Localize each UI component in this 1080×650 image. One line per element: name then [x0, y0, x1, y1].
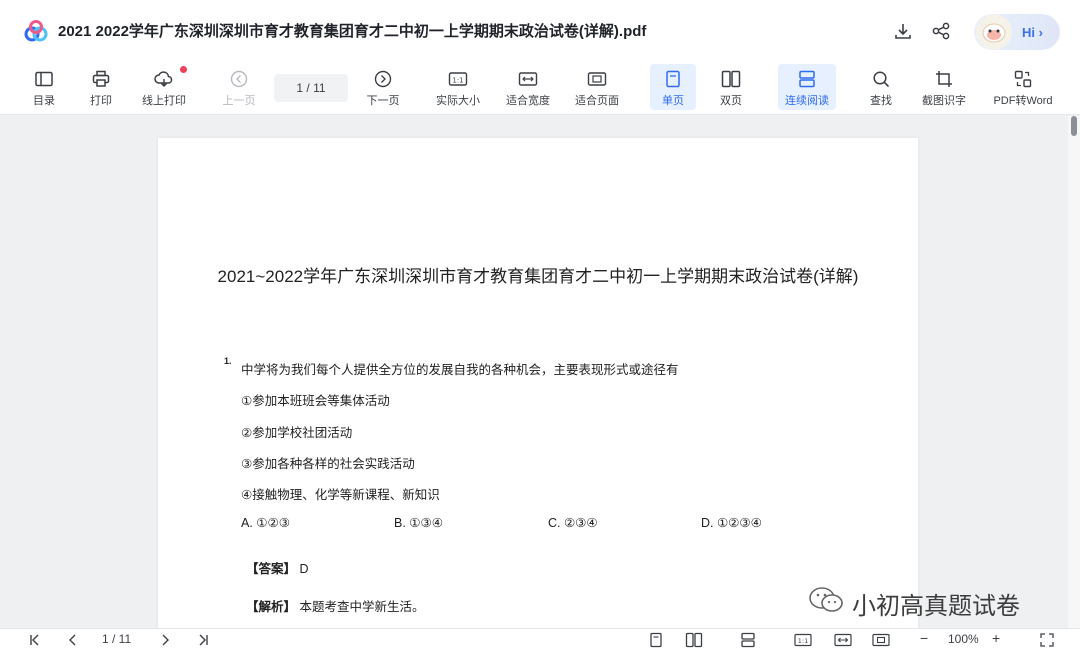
analysis-text: 本题考查中学新生活。 [299, 600, 425, 614]
actual-size-button[interactable]: 1:1 实际大小 [432, 60, 484, 115]
double-page-small-icon[interactable] [684, 631, 704, 649]
double-page-button[interactable]: 双页 [710, 60, 752, 115]
online-print-label: 线上打印 [142, 95, 186, 107]
question-item: ①参加本班班会等集体活动 [241, 394, 390, 408]
document-title: 2021 2022学年广东深圳深圳市育才教育集团育才二中初一上学期期末政治试卷(… [58, 23, 647, 40]
fit-width-button[interactable]: 适合宽度 [502, 60, 554, 115]
fit-width-small-icon[interactable] [832, 631, 854, 649]
question-text: 中学将为我们每个人提供全方位的发展自我的各种机会，主要表现形式或途径有 [241, 363, 679, 377]
fit-page-label: 适合页面 [575, 95, 619, 107]
find-label: 查找 [870, 95, 892, 107]
actual-size-label: 实际大小 [436, 95, 480, 107]
find-button[interactable]: 查找 [864, 60, 898, 115]
title-bar: 2021 2022学年广东深圳深圳市育才教育集团育才二中初一上学期期末政治试卷(… [0, 0, 1080, 60]
prev-page-icon [230, 68, 248, 90]
last-page-icon[interactable] [194, 631, 212, 649]
prev-page-button[interactable]: 上一页 [218, 60, 260, 115]
wechat-icon [808, 585, 844, 622]
svg-text:1:1: 1:1 [798, 637, 808, 645]
app-logo-icon [24, 20, 48, 42]
print-label: 打印 [90, 95, 112, 107]
watermark: 小初高真题试卷 [808, 585, 1020, 622]
first-page-icon[interactable] [26, 631, 44, 649]
fit-page-icon [587, 68, 607, 90]
print-button[interactable]: 打印 [85, 60, 117, 115]
cloud-print-icon [154, 68, 174, 90]
page-number-input[interactable]: 1 / 11 [274, 74, 348, 102]
continuous-read-button[interactable]: 连续阅读 [778, 64, 836, 110]
zoom-in-button[interactable]: + [992, 630, 1000, 646]
answer-label: 【答案】 [246, 562, 297, 576]
assistant-button[interactable]: Hi › [974, 14, 1060, 50]
single-page-icon [665, 68, 681, 90]
next-page-icon [374, 68, 392, 90]
toolbar: 目录 打印 线上打印 上一页 下一页 1:1 实际大小 适合宽度 适合页面 单页… [0, 60, 1080, 115]
fit-width-icon [518, 68, 538, 90]
document-viewer[interactable]: 2021~2022学年广东深圳深圳市育才教育集团育才二中初一上学期期末政治试卷(… [0, 116, 1068, 628]
question-item: ③参加各种各样的社会实践活动 [241, 457, 415, 471]
outline-button[interactable]: 目录 [28, 60, 60, 115]
pdf-page: 2021~2022学年广东深圳深圳市育才教育集团育才二中初一上学期期末政治试卷(… [158, 138, 918, 628]
next-page-button[interactable]: 下一页 [362, 60, 404, 115]
single-page-button[interactable]: 单页 [650, 64, 696, 110]
question-item: ④接触物理、化学等新课程、新知识 [241, 488, 440, 502]
actual-size-icon: 1:1 [448, 68, 468, 90]
fit-width-label: 适合宽度 [506, 95, 550, 107]
actual-size-small-icon[interactable]: 1:1 [792, 631, 814, 649]
analysis-label: 【解析】 [246, 600, 297, 614]
double-page-icon [721, 68, 741, 90]
assistant-avatar-icon [976, 14, 1012, 50]
pdf-to-word-icon [1014, 68, 1032, 90]
pdf-to-word-label: PDF转Word [993, 95, 1053, 107]
answer-line: 【答案】 D [246, 558, 309, 577]
single-page-label: 单页 [662, 95, 684, 107]
prev-page-label: 上一页 [222, 95, 256, 107]
zoom-out-button[interactable]: − [920, 630, 928, 646]
screenshot-ocr-label: 截图识字 [922, 95, 966, 107]
screenshot-ocr-button[interactable]: 截图识字 [918, 60, 970, 115]
exam-title: 2021~2022学年广东深圳深圳市育才教育集团育才二中初一上学期期末政治试卷(… [217, 267, 859, 286]
scrollbar-thumb[interactable] [1071, 116, 1077, 136]
continuous-small-icon[interactable] [738, 631, 758, 649]
question-item: ②参加学校社团活动 [241, 426, 353, 440]
next-page-small-icon[interactable] [156, 631, 174, 649]
crop-ocr-icon [935, 68, 953, 90]
vertical-scrollbar[interactable] [1068, 116, 1080, 628]
question-number: 1. [224, 356, 232, 366]
analysis-line: 【解析】 本题考查中学新生活。 [246, 596, 425, 615]
fit-page-small-icon[interactable] [870, 631, 892, 649]
single-page-small-icon[interactable] [646, 631, 666, 649]
svg-text:1:1: 1:1 [452, 77, 463, 85]
fit-page-button[interactable]: 适合页面 [571, 60, 623, 115]
option-a: A. ①②③ [241, 516, 290, 530]
outline-icon [35, 68, 53, 90]
continuous-icon [798, 68, 816, 90]
answer-value: D [299, 562, 309, 576]
option-c: C. ②③④ [548, 516, 598, 530]
download-icon[interactable] [892, 20, 914, 42]
assistant-label: Hi › [1022, 24, 1043, 40]
double-page-label: 双页 [720, 95, 742, 107]
fullscreen-icon[interactable] [1038, 631, 1056, 649]
prev-page-small-icon[interactable] [64, 631, 82, 649]
notification-dot [180, 66, 187, 73]
share-icon[interactable] [930, 20, 952, 42]
continuous-read-label: 连续阅读 [785, 95, 829, 107]
next-page-label: 下一页 [366, 95, 400, 107]
outline-label: 目录 [33, 95, 55, 107]
zoom-level[interactable]: 100% [948, 632, 979, 646]
option-d: D. ①②③④ [701, 516, 762, 530]
watermark-text: 小初高真题试卷 [852, 593, 1020, 620]
printer-icon [92, 68, 110, 90]
bottom-bar: 1 / 11 1:1 − 100% + [0, 628, 1080, 650]
bottom-page-indicator[interactable]: 1 / 11 [102, 632, 131, 646]
option-b: B. ①③④ [394, 516, 443, 530]
pdf-to-word-button[interactable]: PDF转Word [989, 60, 1057, 115]
search-icon [872, 68, 890, 90]
